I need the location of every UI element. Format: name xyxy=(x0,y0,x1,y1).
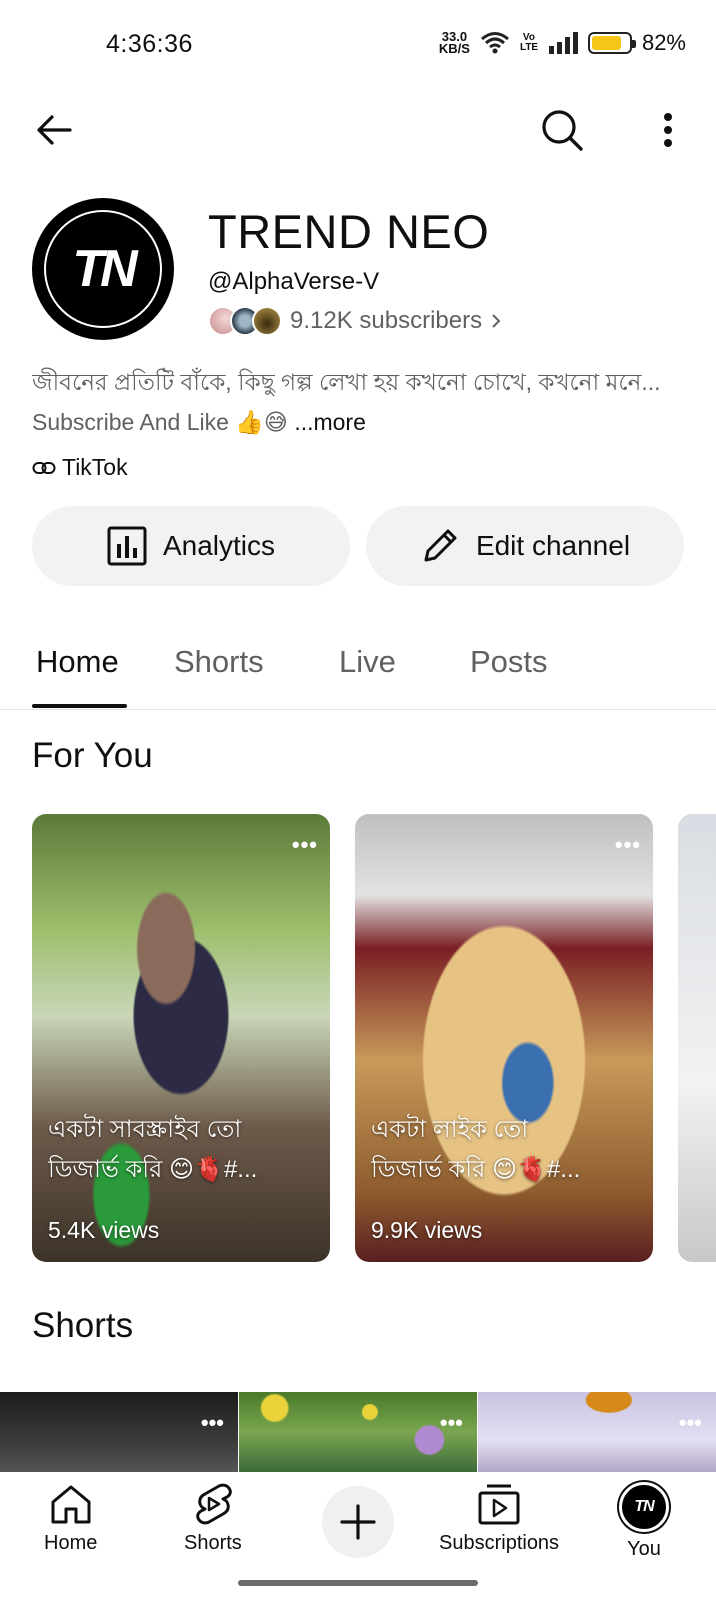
subscriber-count: 9.12K subscribers xyxy=(290,307,483,334)
analytics-icon xyxy=(107,526,147,566)
chevron-right-icon xyxy=(492,314,501,328)
subscriptions-icon xyxy=(478,1484,520,1525)
top-app-bar xyxy=(0,90,716,170)
card-title: একটা সাবস্ক্রাইব তো ডিজার্ভ করি 😊🫀#... xyxy=(48,1110,308,1190)
status-bar: 4:36:36 33.0 KB/S Vo LTE 82% xyxy=(0,0,716,90)
edit-channel-label: Edit channel xyxy=(475,530,631,561)
subscriber-avatars xyxy=(208,306,282,336)
video-card[interactable]: ••• একটা সাবস্ক্রাইব তো ডিজার্ভ করি 😊🫀#.… xyxy=(32,814,330,1262)
more-link[interactable]: ...more xyxy=(294,409,366,435)
card-views: 9.9K views xyxy=(371,1217,483,1243)
channel-link-label: TikTok xyxy=(62,454,128,480)
back-arrow-icon xyxy=(37,115,72,145)
card-title-line-2: ডিজার্ভ করি 😊🫀#... xyxy=(48,1156,258,1183)
channel-actions: Analytics Edit channel xyxy=(32,506,684,586)
search-icon xyxy=(542,110,583,151)
subscribers-row[interactable]: 9.12K subscribers xyxy=(208,306,504,336)
link-icon xyxy=(32,461,56,474)
for-you-carousel: ••• একটা সাবস্ক্রাইব তো ডিজার্ভ করি 😊🫀#.… xyxy=(32,814,716,1264)
signal-icon xyxy=(548,32,578,54)
short-more-icon[interactable]: ••• xyxy=(440,1410,463,1436)
card-title-line-1: একটা লাইক তো xyxy=(371,1116,529,1143)
shorts-section-title: Shorts xyxy=(32,1306,134,1345)
nav-home-label: Home xyxy=(44,1532,98,1554)
nav-shorts-label: Shorts xyxy=(184,1532,242,1554)
short-more-icon[interactable]: ••• xyxy=(679,1410,702,1436)
tab-shorts[interactable]: Shorts xyxy=(174,644,264,680)
home-icon xyxy=(51,1485,91,1524)
short-thumbnail[interactable]: ••• xyxy=(0,1392,238,1472)
channel-avatar[interactable]: TN xyxy=(32,198,174,340)
card-more-icon[interactable]: ••• xyxy=(292,832,318,858)
tab-posts[interactable]: Posts xyxy=(470,644,548,680)
short-more-icon[interactable]: ••• xyxy=(201,1410,224,1436)
battery-percent: 82% xyxy=(641,30,686,55)
tab-live[interactable]: Live xyxy=(339,644,396,680)
shorts-icon xyxy=(196,1483,232,1525)
nav-you[interactable]: TN You xyxy=(619,1482,669,1561)
channel-link[interactable]: TikTok xyxy=(32,454,128,481)
status-time: 4:36:36 xyxy=(106,30,193,58)
tab-home[interactable]: Home xyxy=(36,644,119,680)
subscriber-avatar xyxy=(252,306,282,336)
card-more-icon[interactable]: ••• xyxy=(615,832,641,858)
nav-subscriptions[interactable]: Subscriptions xyxy=(439,1482,559,1555)
description-line-2-row: Subscribe And Like 👍😅 ...more xyxy=(32,402,692,442)
battery-icon xyxy=(587,32,636,54)
channel-tabs: Home Shorts Live Posts xyxy=(0,620,716,710)
card-views: 5.4K views xyxy=(48,1217,160,1243)
video-card[interactable]: ••• একটা লাইক তো ডিজার্ভ করি 😊🫀#... 9.9K… xyxy=(355,814,653,1262)
card-title-line-1: একটা সাবস্ক্রাইব তো xyxy=(48,1116,242,1143)
more-options-button[interactable] xyxy=(638,100,698,160)
card-title: একটা লাইক তো ডিজার্ভ করি 😊🫀#... xyxy=(371,1110,631,1190)
nav-shorts[interactable]: Shorts xyxy=(184,1482,242,1555)
short-thumbnail[interactable]: ••• xyxy=(478,1392,716,1472)
analytics-label: Analytics xyxy=(162,530,276,561)
you-avatar: TN xyxy=(619,1482,669,1532)
for-you-title: For You xyxy=(32,736,153,775)
description-line-2: Subscribe And Like 👍😅 xyxy=(32,409,288,435)
plus-icon xyxy=(340,1504,376,1540)
video-card-partial[interactable] xyxy=(678,814,716,1262)
edit-channel-button[interactable]: Edit channel xyxy=(366,506,684,586)
battery-fill xyxy=(591,36,622,50)
network-speed: 33.0 KB/S xyxy=(438,30,470,56)
nav-subscriptions-label: Subscriptions xyxy=(439,1532,560,1554)
channel-avatar-logo: TN xyxy=(44,210,162,328)
description-line-1: জীবনের প্রতিটি বাঁকে, কিছু গল্প লেখা হয়… xyxy=(32,369,661,395)
analytics-button[interactable]: Analytics xyxy=(32,506,350,586)
wifi-icon xyxy=(480,32,509,54)
more-vertical-icon xyxy=(664,113,672,147)
home-indicator xyxy=(238,1580,478,1586)
channel-name: TREND NEO xyxy=(208,205,490,258)
back-button[interactable] xyxy=(24,100,84,160)
short-thumbnail[interactable]: ••• xyxy=(239,1392,477,1472)
volte-icon: Vo LTE xyxy=(519,32,539,53)
active-tab-indicator xyxy=(32,704,127,708)
nav-home[interactable]: Home xyxy=(44,1482,97,1555)
channel-description[interactable]: জীবনের প্রতিটি বাঁকে, কিছু গল্প লেখা হয়… xyxy=(32,362,692,442)
create-button[interactable] xyxy=(322,1486,394,1558)
search-button[interactable] xyxy=(532,100,592,160)
shorts-row: ••• ••• ••• xyxy=(0,1392,716,1472)
bottom-navigation: Home Shorts Subscriptions TN You xyxy=(0,1472,716,1600)
nav-you-label: You xyxy=(627,1538,661,1560)
pencil-icon xyxy=(424,529,457,562)
card-title-line-2: ডিজার্ভ করি 😊🫀#... xyxy=(371,1156,581,1183)
channel-handle: @AlphaVerse-V xyxy=(208,268,380,295)
status-icons: 33.0 KB/S Vo LTE 82% xyxy=(439,30,686,56)
network-speed-unit: KB/S xyxy=(438,41,470,56)
you-avatar-logo: TN xyxy=(634,1498,654,1515)
